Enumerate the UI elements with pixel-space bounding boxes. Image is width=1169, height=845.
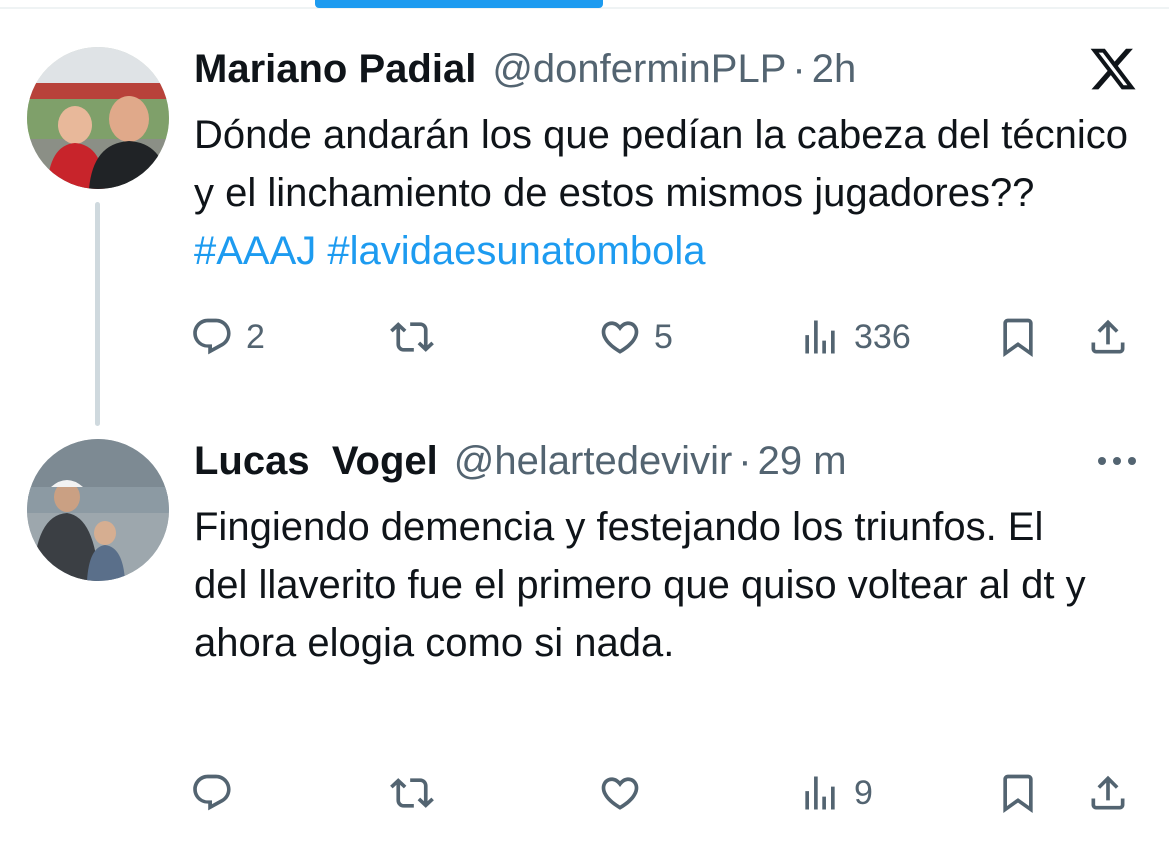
- separator-dot: ·: [792, 47, 806, 91]
- views-icon: [805, 776, 835, 810]
- bookmark-icon: [1003, 774, 1033, 814]
- views-count: 336: [854, 317, 911, 356]
- views-count: 9: [854, 773, 873, 812]
- like-count: 5: [654, 317, 673, 356]
- reply-count: 2: [246, 317, 265, 356]
- hashtag-link[interactable]: #lavidaesunatombola: [327, 229, 705, 273]
- share-button[interactable]: [1086, 768, 1130, 818]
- repost-button[interactable]: [390, 312, 434, 362]
- thread-connector-line: [95, 202, 100, 426]
- reply-button[interactable]: 2: [190, 312, 265, 362]
- share-icon: [1091, 775, 1125, 810]
- user-handle[interactable]: @helartedevivir: [454, 436, 733, 486]
- reply-icon: [193, 318, 231, 355]
- repost-icon: [390, 778, 434, 808]
- reply-icon: [193, 774, 231, 811]
- reply-button[interactable]: [190, 768, 234, 818]
- active-tab-indicator: [315, 0, 603, 8]
- views-button[interactable]: 336: [798, 312, 911, 362]
- separator-dot: ·: [738, 439, 752, 483]
- user-handle[interactable]: @donferminPLP: [492, 44, 786, 94]
- post-header: Mariano Padial @donferminPLP · 2h: [194, 44, 856, 94]
- avatar-lucas-vogel[interactable]: [27, 439, 169, 581]
- post-time[interactable]: 29 m: [758, 436, 847, 486]
- post-body: Dónde andarán los que pedían la cabeza d…: [194, 113, 1140, 215]
- display-name[interactable]: Mariano Padial: [194, 44, 476, 94]
- post-header: Lucas Vogel @helartedevivir · 29 m: [194, 436, 847, 486]
- hashtag-link[interactable]: #AAAJ: [194, 229, 316, 273]
- post-time[interactable]: 2h: [812, 44, 857, 94]
- action-bar: 2 5 336: [190, 312, 1140, 362]
- like-button[interactable]: 5: [598, 312, 673, 362]
- heart-icon: [601, 777, 639, 810]
- share-button[interactable]: [1086, 312, 1130, 362]
- more-horizontal-icon[interactable]: [1094, 450, 1140, 472]
- post-text: Dónde andarán los que pedían la cabeza d…: [194, 106, 1154, 280]
- avatar-photo: [27, 47, 169, 189]
- share-icon: [1091, 319, 1125, 354]
- avatar-photo: [27, 439, 169, 581]
- like-button[interactable]: [598, 768, 642, 818]
- bookmark-button[interactable]: [996, 768, 1040, 818]
- action-bar: 9: [190, 768, 1140, 818]
- post-text: Fingiendo demencia y festejando los triu…: [194, 498, 1094, 672]
- repost-button[interactable]: [390, 768, 434, 818]
- views-icon: [805, 320, 835, 354]
- bookmark-button[interactable]: [996, 312, 1040, 362]
- avatar-mariano-padial[interactable]: [27, 47, 169, 189]
- views-button[interactable]: 9: [798, 768, 873, 818]
- x-logo-icon[interactable]: [1088, 44, 1138, 94]
- bookmark-icon: [1003, 318, 1033, 358]
- display-name[interactable]: Lucas Vogel: [194, 436, 438, 486]
- heart-icon: [601, 321, 639, 354]
- post-body: Fingiendo demencia y festejando los triu…: [194, 505, 1097, 665]
- repost-icon: [390, 322, 434, 352]
